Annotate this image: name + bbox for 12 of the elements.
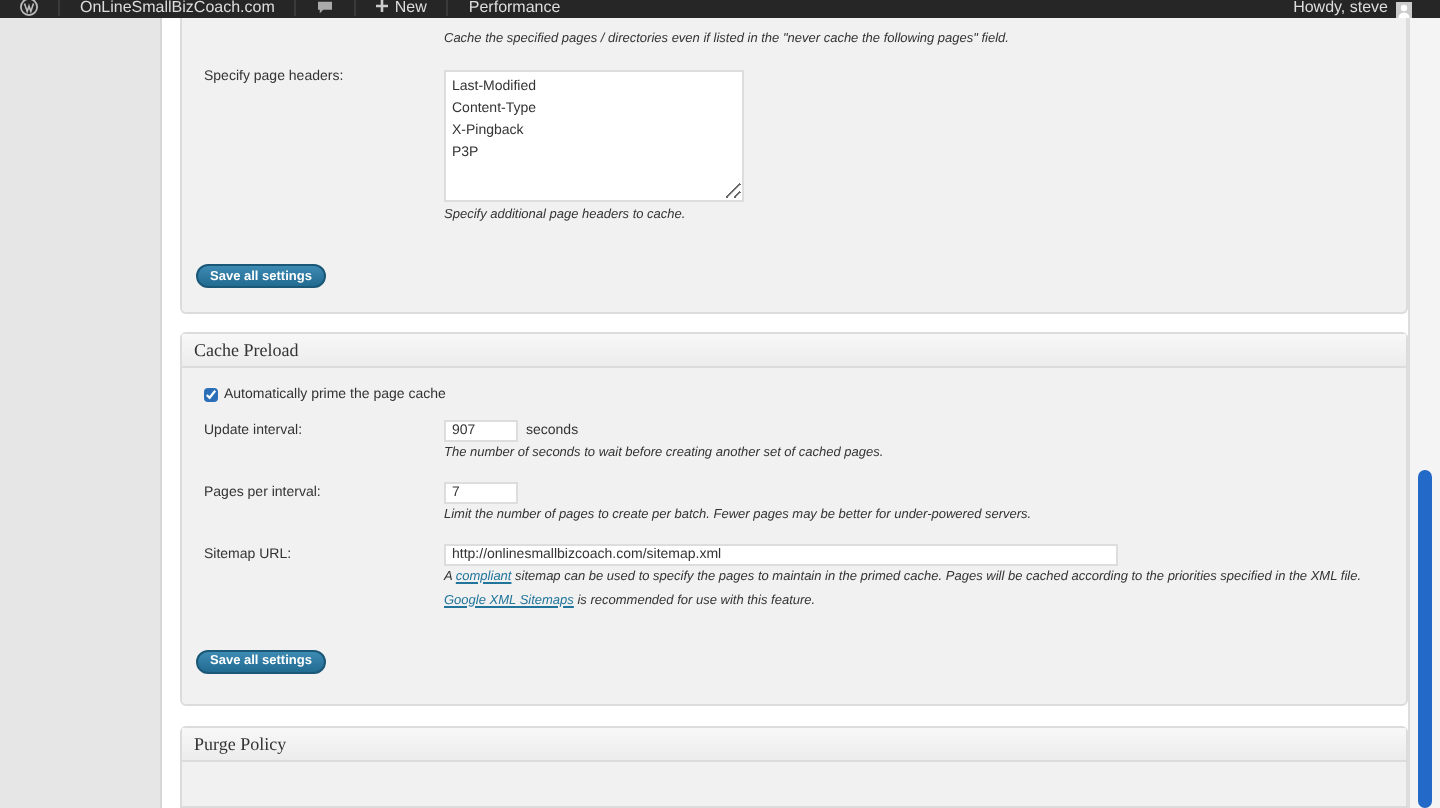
avatar-icon[interactable] bbox=[1396, 1, 1412, 17]
section-title: Purge Policy bbox=[192, 734, 287, 755]
section-title: Cache Preload bbox=[192, 339, 299, 360]
plus-icon bbox=[376, 0, 389, 12]
site-name-link[interactable]: OnLineSmallBizCoach.com bbox=[80, 0, 275, 15]
auto-prime-checkbox[interactable] bbox=[204, 387, 218, 402]
speech-bubble-icon[interactable] bbox=[316, 0, 335, 13]
new-menu-link[interactable]: New bbox=[394, 0, 427, 15]
wordpress-logo-icon[interactable] bbox=[20, 0, 38, 15]
performance-menu-link[interactable]: Performance bbox=[468, 0, 561, 15]
greeting-link[interactable]: Howdy, steve bbox=[1293, 0, 1388, 15]
scrollbar[interactable] bbox=[1408, 18, 1440, 808]
